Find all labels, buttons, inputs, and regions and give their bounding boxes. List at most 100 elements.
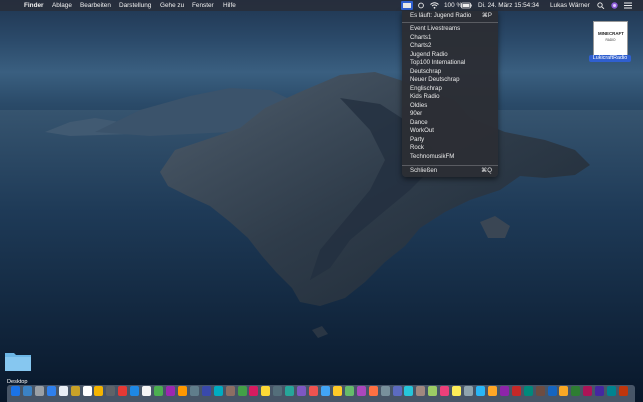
station-label: 90er [410,110,423,117]
station-item[interactable]: Charts2 [410,42,492,51]
station-item[interactable]: Oldies [410,102,492,111]
dock-app-icon[interactable] [58,386,68,396]
dock-app-icon[interactable] [154,386,164,396]
catalina-wallpaper [0,72,643,402]
user-name[interactable]: Lukas Wärner [550,0,590,11]
dock-app-icon[interactable] [416,386,426,396]
clock[interactable]: Di. 24. März 15:54:34 [478,0,539,11]
app-logo-sub: RADIO [605,38,616,42]
station-item[interactable]: 90er [410,110,492,119]
station-item[interactable]: TechnomusikFM [410,153,492,162]
station-item[interactable]: Dance [410,119,492,128]
dock-app-icon[interactable] [607,386,617,396]
dock-app-icon[interactable] [321,386,330,396]
battery-icon[interactable] [461,2,472,9]
wifi-icon[interactable] [430,2,439,9]
dock-app-icon[interactable] [309,386,319,396]
station-item[interactable]: Deutschrap [410,68,492,77]
dock-app-icon[interactable] [189,386,199,396]
dock-app-icon[interactable] [476,386,485,396]
dock-app-icon[interactable] [368,386,378,396]
dock-app-icon[interactable] [380,386,390,396]
dock-app-icon[interactable] [177,386,187,396]
dock-app-icon[interactable] [82,386,92,396]
dock-app-icon[interactable] [11,386,20,396]
station-item[interactable]: Event Livestreams [410,25,492,34]
dock-app-icon[interactable] [261,386,271,396]
dock-app-icon[interactable] [523,386,533,396]
station-item[interactable]: Party [410,136,492,145]
dock-app-icon[interactable] [595,386,605,396]
menu-ablage[interactable]: Ablage [52,0,72,11]
dock-app-icon[interactable] [440,386,450,396]
radio-status-icon[interactable] [401,1,413,10]
station-label: Neuer Deutschrap [410,76,460,83]
station-item[interactable]: Kids Radio [410,93,492,102]
dock-app-icon[interactable] [511,386,521,396]
notification-center-icon[interactable] [624,2,632,9]
menu-bearbeiten[interactable]: Bearbeiten [80,0,111,11]
dock-app-icon[interactable] [249,386,259,396]
dock-app-icon[interactable] [201,386,211,396]
dock-app-icon[interactable] [130,386,140,396]
station-label: Jugend Radio [410,50,448,58]
lukicraft-radio-label[interactable]: LukicraftRadio [589,55,631,62]
spotlight-search-icon[interactable] [597,2,605,10]
dock-app-icon[interactable] [344,386,354,396]
dock-app-icon[interactable] [619,386,629,396]
dock-app-icon[interactable] [583,386,593,396]
dock-app-icon[interactable] [118,386,128,396]
station-item[interactable]: Neuer Deutschrap [410,76,492,85]
menu-gehe-zu[interactable]: Gehe zu [160,0,184,11]
dock-app-icon[interactable] [487,386,497,396]
dock-app-icon[interactable] [332,386,342,396]
menu-hilfe[interactable]: Hilfe [223,0,236,11]
station-label: Dance [410,118,428,126]
station-item[interactable]: Charts1 [410,34,492,43]
dock-app-icon[interactable] [106,386,116,396]
station-item[interactable]: Top100 International [410,59,492,68]
menu-darstellung[interactable]: Darstellung [119,0,151,11]
menu-finder[interactable]: Finder [24,0,44,11]
dock-app-icon[interactable] [356,386,366,396]
battery-percent: 100 % [444,2,463,9]
now-playing-item[interactable]: Es läuft: Jugend Radio ⌘P [410,12,492,21]
dock-app-icon[interactable] [46,386,56,396]
radio-dropdown-menu: Es läuft: Jugend Radio ⌘P Event Livestre… [402,11,498,177]
screenshot-tool-icon[interactable] [418,2,424,9]
dock-app-icon[interactable] [452,386,462,396]
dock-app-icon[interactable] [225,386,235,396]
quit-item[interactable]: Schließen ⌘Q [410,167,492,176]
station-item[interactable]: Jugend Radio [410,51,492,60]
desktop-folder-icon[interactable] [4,350,32,372]
dock-app-icon[interactable] [34,386,44,396]
dock-app-icon[interactable] [535,386,545,396]
now-playing-shortcut: ⌘P [481,12,492,19]
dock-app-icon[interactable] [297,386,307,396]
lukicraft-radio-app-icon[interactable]: MINECRAFT RADIO [593,21,628,56]
station-label: Deutschrap [410,67,442,75]
station-label: Kids Radio [410,93,440,100]
dock-app-icon[interactable] [404,386,414,396]
dock-app-icon[interactable] [392,386,402,396]
dock-app-icon[interactable] [273,386,283,396]
station-item[interactable]: Rock [410,144,492,153]
dock-app-icon[interactable] [559,386,569,396]
dock-app-icon[interactable] [70,386,80,396]
dock-app-icon[interactable] [213,386,223,396]
dock-app-icon[interactable] [428,386,438,396]
dock-app-icon[interactable] [285,386,295,396]
dock-app-icon[interactable] [571,386,581,396]
dock-app-icon[interactable] [142,386,152,396]
dock-app-icon[interactable] [464,386,474,396]
station-item[interactable]: WorkOut [410,127,492,136]
dock-app-icon[interactable] [22,386,32,396]
menu-fenster[interactable]: Fenster [192,0,214,11]
dock-app-icon[interactable] [547,386,557,396]
station-item[interactable]: Englischrap [410,85,492,94]
dock-app-icon[interactable] [94,386,104,396]
dock-app-icon[interactable] [499,386,509,396]
siri-icon[interactable] [611,2,618,9]
dock-app-icon[interactable] [237,386,247,396]
dock-app-icon[interactable] [166,386,175,396]
